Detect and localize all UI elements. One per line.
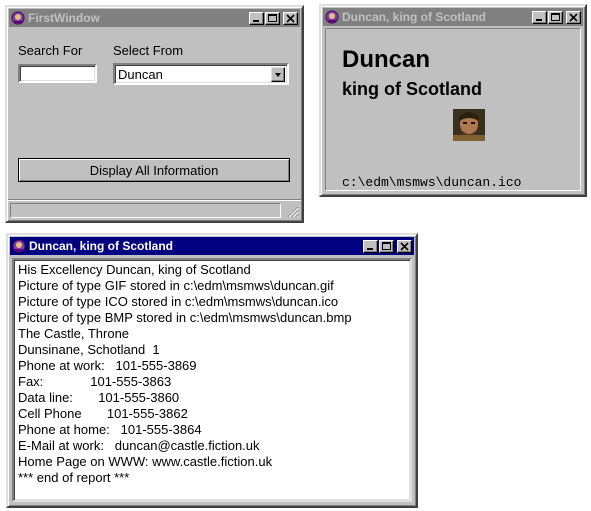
search-input[interactable]	[18, 64, 97, 83]
minimize-button[interactable]	[249, 11, 264, 25]
report-textarea[interactable]: His Excellency Duncan, king of Scotland P…	[12, 258, 412, 502]
report-window-titlebar[interactable]: Duncan, king of Scotland	[10, 237, 414, 255]
report-line: E-Mail at work: duncan@castle.fiction.uk	[18, 438, 260, 453]
window-title: Duncan, king of Scotland	[342, 10, 487, 24]
report-line: Data line: 101-555-3860	[18, 390, 180, 405]
app-icon	[11, 11, 25, 25]
search-label: Search For	[18, 43, 83, 58]
report-line: *** end of report ***	[18, 470, 130, 485]
minimize-icon	[367, 247, 373, 250]
report-line: Phone at work: 101-555-3869	[18, 358, 197, 373]
report-window: Duncan, king of Scotland His Excellency …	[6, 233, 418, 508]
close-icon	[400, 241, 409, 251]
dropdown-arrow-button[interactable]	[271, 67, 285, 82]
report-line: Home Page on WWW: www.castle.fiction.uk	[18, 454, 273, 469]
maximize-icon	[268, 13, 277, 22]
minimize-button[interactable]	[363, 239, 378, 253]
report-line: Phone at home: 101-555-3864	[18, 422, 202, 437]
minimize-button[interactable]	[532, 10, 547, 24]
minimize-icon	[536, 18, 542, 21]
first-window-titlebar[interactable]: FirstWindow	[9, 9, 300, 27]
report-line: Picture of type BMP stored in c:\edm\msm…	[18, 310, 352, 325]
report-line: Picture of type ICO stored in c:\edm\msm…	[18, 294, 339, 309]
person-name: Duncan	[342, 46, 431, 73]
person-title: king of Scotland	[342, 79, 483, 99]
close-button[interactable]	[397, 239, 412, 253]
select-dropdown[interactable]: Duncan	[113, 63, 289, 85]
first-window: FirstWindow Search For Select From Dunca…	[5, 5, 304, 223]
status-bar	[8, 199, 301, 220]
close-icon	[286, 13, 295, 23]
report-line: Fax: 101-555-3863	[18, 374, 172, 389]
window-title: FirstWindow	[28, 11, 100, 25]
close-button[interactable]	[283, 11, 298, 25]
maximize-icon	[551, 12, 560, 21]
resize-grip-icon[interactable]	[285, 204, 299, 218]
close-button[interactable]	[566, 10, 581, 24]
maximize-button[interactable]	[265, 11, 280, 25]
maximize-button[interactable]	[379, 239, 394, 253]
report-line: The Castle, Throne	[18, 326, 130, 341]
report-line: His Excellency Duncan, king of Scotland	[18, 262, 251, 277]
status-panel	[10, 203, 281, 218]
close-icon	[569, 12, 578, 22]
chevron-down-icon	[275, 73, 281, 77]
report-line: Dunsinane, Schotland 1	[18, 342, 160, 357]
window-title: Duncan, king of Scotland	[29, 239, 174, 253]
maximize-icon	[382, 241, 391, 250]
portrait-icon	[453, 109, 485, 141]
minimize-icon	[253, 19, 259, 22]
app-icon	[12, 239, 26, 253]
display-all-information-button[interactable]: Display All Information	[18, 158, 290, 182]
report-lines: His Excellency Duncan, king of Scotland P…	[18, 262, 410, 486]
select-value: Duncan	[118, 67, 163, 82]
maximize-button[interactable]	[548, 10, 563, 24]
select-label: Select From	[113, 43, 184, 58]
summary-content: Duncan king of Scotland c:\edm\msmws\dun…	[325, 28, 581, 191]
icon-path: c:\edm\msmws\duncan.ico	[342, 175, 522, 190]
report-line: Cell Phone 101-555-3862	[18, 406, 188, 421]
summary-window-titlebar[interactable]: Duncan, king of Scotland	[323, 8, 583, 26]
summary-window: Duncan, king of Scotland Duncan king of …	[319, 4, 587, 197]
app-icon	[325, 10, 339, 24]
report-line: Picture of type GIF stored in c:\edm\msm…	[18, 278, 334, 293]
